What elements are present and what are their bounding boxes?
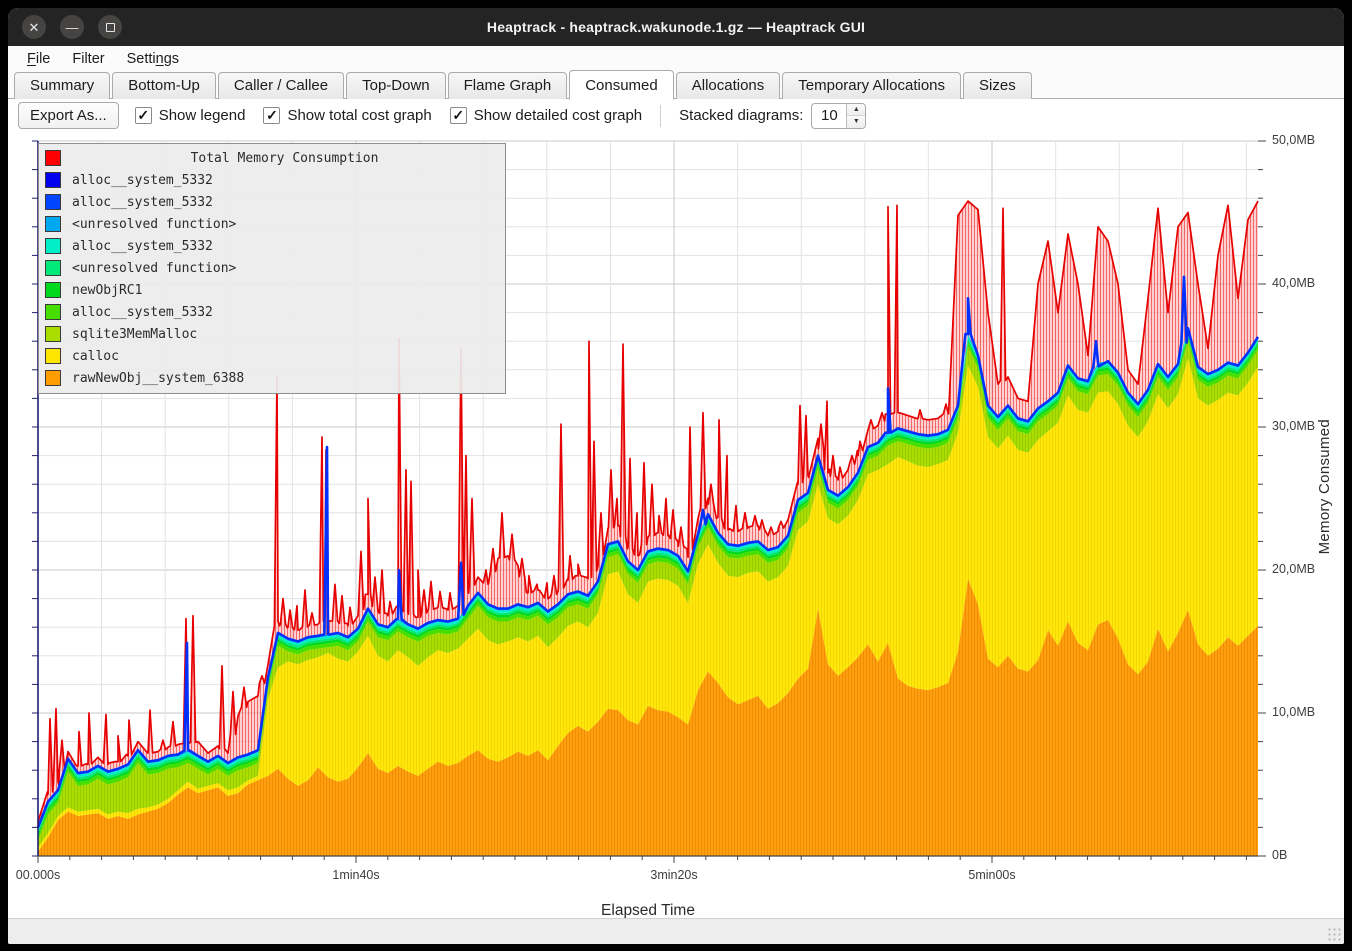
checkbox-show-total-cost-graph[interactable]: ✓ Show total cost graph: [263, 107, 431, 124]
legend-label: <unresolved function>: [72, 217, 236, 232]
spin-up-icon[interactable]: ▲: [847, 104, 865, 117]
checkbox-box[interactable]: ✓: [263, 107, 280, 124]
stacked-diagrams-label: Stacked diagrams:: [679, 107, 803, 124]
legend-label: rawNewObj__system_6388: [72, 371, 244, 386]
legend-item: calloc: [39, 345, 505, 367]
y-tick-label: 40,0MB: [1272, 276, 1315, 290]
checkbox-label: Show legend: [159, 107, 246, 124]
checkbox-label: Show detailed cost graph: [474, 107, 642, 124]
legend-label: newObjRC1: [72, 283, 142, 298]
legend-swatch-icon: [45, 326, 61, 342]
checkbox-box[interactable]: ✓: [450, 107, 467, 124]
legend-item: <unresolved function>: [39, 257, 505, 279]
checkbox-show-legend[interactable]: ✓ Show legend: [135, 107, 246, 124]
y-tick-label: 50,0MB: [1272, 133, 1315, 147]
checkbox-box[interactable]: ✓: [135, 107, 152, 124]
legend-label: Total Memory Consumption: [72, 151, 497, 166]
checkbox-label: Show total cost graph: [287, 107, 431, 124]
tab-summary[interactable]: Summary: [14, 72, 110, 99]
legend-item: rawNewObj__system_6388: [39, 367, 505, 389]
tab-bottom-up[interactable]: Bottom-Up: [112, 72, 216, 99]
tab-flame-graph[interactable]: Flame Graph: [448, 72, 568, 99]
toolbar-separator: [660, 105, 661, 127]
export-as-button[interactable]: Export As...: [18, 102, 119, 129]
app-window: ✕ — Heaptrack - heaptrack.wakunode.1.gz …: [8, 8, 1344, 944]
menu-filter[interactable]: Filter: [63, 49, 113, 69]
legend-item: alloc__system_5332: [39, 169, 505, 191]
y-tick-label: 30,0MB: [1272, 419, 1315, 433]
tabbar: SummaryBottom-UpCaller / CalleeTop-DownF…: [8, 72, 1344, 99]
menu-settings[interactable]: Settings: [118, 49, 188, 69]
menu-file[interactable]: File: [18, 49, 59, 69]
y-tick-label: 0B: [1272, 848, 1287, 862]
window-title: Heaptrack - heaptrack.wakunode.1.gz — He…: [8, 19, 1344, 35]
legend-item: newObjRC1: [39, 279, 505, 301]
tab-sizes[interactable]: Sizes: [963, 72, 1032, 99]
statusbar: [8, 918, 1344, 944]
legend-label: calloc: [72, 349, 119, 364]
maximize-icon[interactable]: [98, 15, 122, 39]
legend-swatch-icon: [45, 282, 61, 298]
legend-label: sqlite3MemMalloc: [72, 327, 197, 342]
legend-swatch-icon: [45, 304, 61, 320]
legend-label: alloc__system_5332: [72, 305, 213, 320]
resize-grip-icon[interactable]: [1327, 927, 1341, 941]
close-icon[interactable]: ✕: [22, 15, 46, 39]
tab-consumed[interactable]: Consumed: [569, 70, 674, 100]
chart-area[interactable]: Total Memory Consumption alloc__system_53…: [8, 132, 1344, 918]
tab-caller-callee[interactable]: Caller / Callee: [218, 72, 344, 99]
tab-top-down[interactable]: Top-Down: [346, 72, 446, 99]
legend-label: alloc__system_5332: [72, 173, 213, 188]
y-tick-label: 10,0MB: [1272, 705, 1315, 719]
legend-item: sqlite3MemMalloc: [39, 323, 505, 345]
x-tick-label: 3min20s: [650, 868, 697, 882]
legend-swatch-icon: [45, 216, 61, 232]
legend-item: alloc__system_5332: [39, 235, 505, 257]
legend-label: alloc__system_5332: [72, 239, 213, 254]
legend-label: alloc__system_5332: [72, 195, 213, 210]
toolbar: Export As... ✓ Show legend ✓ Show total cos…: [8, 99, 1344, 132]
legend-swatch-icon: [45, 194, 61, 210]
legend-swatch-icon: [45, 348, 61, 364]
legend-item: Total Memory Consumption: [39, 147, 505, 169]
checkbox-show-detailed-cost-graph[interactable]: ✓ Show detailed cost graph: [450, 107, 642, 124]
legend-label: <unresolved function>: [72, 261, 236, 276]
legend-swatch-icon: [45, 238, 61, 254]
legend-swatch-icon: [45, 150, 61, 166]
tab-temporary-allocations[interactable]: Temporary Allocations: [782, 72, 961, 99]
legend-swatch-icon: [45, 172, 61, 188]
x-tick-label: 00.000s: [16, 868, 60, 882]
menubar: FileFilterSettings: [8, 46, 1344, 72]
legend-item: <unresolved function>: [39, 213, 505, 235]
legend-swatch-icon: [45, 370, 61, 386]
x-tick-label: 5min00s: [968, 868, 1015, 882]
legend-item: alloc__system_5332: [39, 191, 505, 213]
spinbox-value[interactable]: 10: [812, 104, 846, 128]
legend-item: alloc__system_5332: [39, 301, 505, 323]
tab-allocations[interactable]: Allocations: [676, 72, 781, 99]
y-axis-title: Memory Consumed: [1316, 419, 1333, 554]
legend-swatch-icon: [45, 260, 61, 276]
x-tick-label: 1min40s: [332, 868, 379, 882]
spin-down-icon[interactable]: ▼: [847, 116, 865, 128]
y-tick-label: 20,0MB: [1272, 562, 1315, 576]
minimize-icon[interactable]: —: [60, 15, 84, 39]
stacked-diagrams-spinbox[interactable]: 10 ▲ ▼: [811, 103, 866, 129]
titlebar[interactable]: ✕ — Heaptrack - heaptrack.wakunode.1.gz …: [8, 8, 1344, 46]
chart-legend: Total Memory Consumption alloc__system_53…: [38, 143, 506, 394]
